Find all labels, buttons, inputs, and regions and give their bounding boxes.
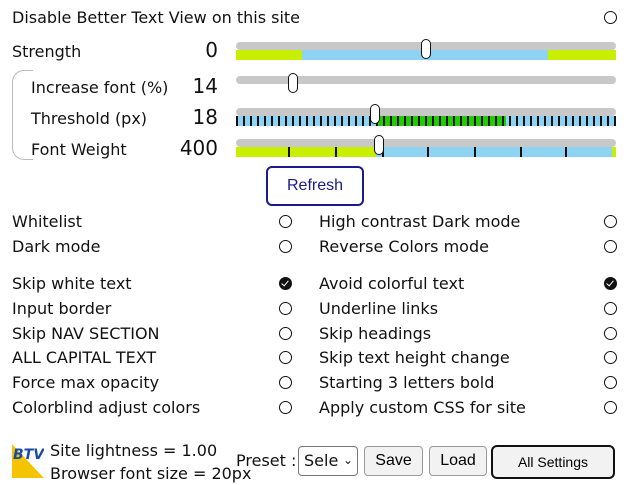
option-skip-text-height-label: Skip text height change [319, 348, 510, 367]
option-dark-mode-label: Dark mode [12, 237, 101, 256]
sub-settings-bracket [12, 70, 33, 160]
load-button[interactable]: Load [429, 446, 487, 476]
increase-font-slider[interactable] [236, 73, 616, 93]
preset-label: Preset : [236, 451, 297, 470]
strength-thumb[interactable] [421, 39, 431, 59]
option-reverse-colors-radio[interactable] [604, 240, 617, 253]
option-avoid-colorful-text-radio[interactable] [604, 277, 617, 290]
option-custom-css-label: Apply custom CSS for site [319, 398, 526, 417]
option-whitelist-radio[interactable] [279, 215, 292, 228]
threshold-value: 18 [192, 105, 218, 129]
option-starting-bold-label: Starting 3 letters bold [319, 373, 495, 392]
preset-select[interactable]: Sele ⌄ [298, 446, 358, 476]
font-weight-value: 400 [179, 136, 218, 160]
increase-font-label: Increase font (%) [31, 78, 169, 97]
strength-value: 0 [205, 38, 218, 62]
svg-text:BTV: BTV [13, 447, 44, 463]
option-all-capital-label: ALL CAPITAL TEXT [12, 348, 157, 367]
option-force-max-opacity-radio[interactable] [279, 376, 292, 389]
option-skip-nav-label: Skip NAV SECTION [12, 324, 160, 343]
option-high-contrast-dark-label: High contrast Dark mode [319, 212, 521, 231]
option-skip-white-text-radio[interactable] [279, 277, 292, 290]
option-high-contrast-dark-radio[interactable] [604, 215, 617, 228]
option-avoid-colorful-text-label: Avoid colorful text [319, 274, 465, 293]
option-skip-white-text-label: Skip white text [12, 274, 132, 293]
btv-logo: BTV [12, 444, 44, 478]
preset-selected-value: Sele [304, 451, 339, 470]
increase-font-thumb[interactable] [288, 73, 298, 93]
all-settings-button[interactable]: All Settings [491, 445, 615, 479]
strength-label: Strength [12, 42, 82, 61]
option-colorblind-radio[interactable] [279, 401, 292, 414]
option-underline-links-label: Underline links [319, 299, 439, 318]
disable-label: Disable Better Text View on this site [12, 8, 301, 27]
chevron-down-icon: ⌄ [343, 453, 354, 467]
option-custom-css-radio[interactable] [604, 401, 617, 414]
increase-font-value: 14 [192, 74, 218, 98]
font-weight-thumb[interactable] [374, 135, 384, 155]
option-starting-bold-radio[interactable] [604, 376, 617, 389]
save-button[interactable]: Save [364, 446, 423, 476]
option-colorblind-label: Colorblind adjust colors [12, 398, 201, 417]
option-all-capital-radio[interactable] [279, 351, 292, 364]
option-underline-links-radio[interactable] [604, 302, 617, 315]
option-skip-headings-radio[interactable] [604, 327, 617, 340]
option-skip-text-height-radio[interactable] [604, 351, 617, 364]
option-reverse-colors-label: Reverse Colors mode [319, 237, 489, 256]
threshold-slider[interactable] [236, 104, 616, 130]
browser-font-size-text: Browser font size = 20px [50, 464, 252, 483]
site-lightness-text: Site lightness = 1.00 [50, 441, 218, 460]
refresh-button[interactable]: Refresh [266, 166, 364, 206]
option-skip-headings-label: Skip headings [319, 324, 432, 343]
strength-slider[interactable] [236, 39, 616, 62]
option-whitelist-label: Whitelist [12, 212, 83, 231]
font-weight-label: Font Weight [31, 140, 127, 159]
option-skip-nav-radio[interactable] [279, 327, 292, 340]
threshold-label: Threshold (px) [31, 109, 148, 128]
option-input-border-label: Input border [12, 299, 112, 318]
disable-radio[interactable] [604, 11, 617, 24]
option-dark-mode-radio[interactable] [279, 240, 292, 253]
font-weight-slider[interactable] [236, 135, 616, 161]
threshold-thumb[interactable] [370, 104, 380, 124]
option-force-max-opacity-label: Force max opacity [12, 373, 160, 392]
option-input-border-radio[interactable] [279, 302, 292, 315]
